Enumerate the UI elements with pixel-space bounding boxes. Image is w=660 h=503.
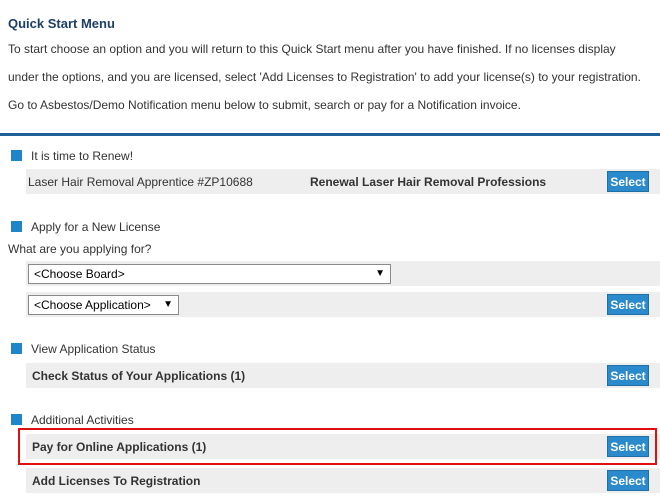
status-row: Check Status of Your Applications (1) Se… [26,363,660,388]
highlight-box [18,428,657,465]
board-select-value: <Choose Board> [34,267,125,281]
chevron-down-icon: ▼ [163,299,173,310]
application-row: <Choose Application> ▼ Select [26,292,660,317]
status-select-button[interactable]: Select [607,365,649,386]
renew-type: Renewal Laser Hair Removal Professions [310,175,547,189]
add-licenses-label: Add Licenses To Registration [32,474,201,488]
apply-select-button[interactable]: Select [607,294,649,315]
intro-line-3: Go to Asbestos/Demo Notification menu be… [8,98,521,112]
apply-prompt: What are you applying for? [8,242,152,256]
status-heading: View Application Status [31,342,156,356]
application-select[interactable]: <Choose Application> ▼ [28,295,179,315]
add-licenses-row: Add Licenses To Registration Select [26,468,660,493]
apply-heading: Apply for a New License [31,220,161,234]
application-select-value: <Choose Application> [34,298,151,312]
intro-line-1: To start choose an option and you will r… [8,42,616,56]
additional-heading: Additional Activities [31,413,134,427]
renew-select-button[interactable]: Select [607,171,649,192]
intro-line-2: under the options, and you are licensed,… [8,70,641,84]
renew-heading: It is time to Renew! [31,149,134,163]
renew-license: Laser Hair Removal Apprentice #ZP10688 [28,175,253,189]
board-row: <Choose Board> ▼ [26,261,660,286]
apply-bullet-icon [11,221,22,232]
status-bullet-icon [11,343,22,354]
quick-start-title: Quick Start Menu [8,16,115,31]
add-licenses-select-button[interactable]: Select [607,470,649,491]
section-divider [0,133,660,136]
additional-bullet-icon [11,414,22,425]
check-status-label: Check Status of Your Applications (1) [32,369,246,383]
board-select[interactable]: <Choose Board> ▼ [28,264,391,284]
renew-row: Laser Hair Removal Apprentice #ZP10688 R… [26,169,660,194]
chevron-down-icon: ▼ [375,268,385,279]
renew-bullet-icon [11,150,22,161]
